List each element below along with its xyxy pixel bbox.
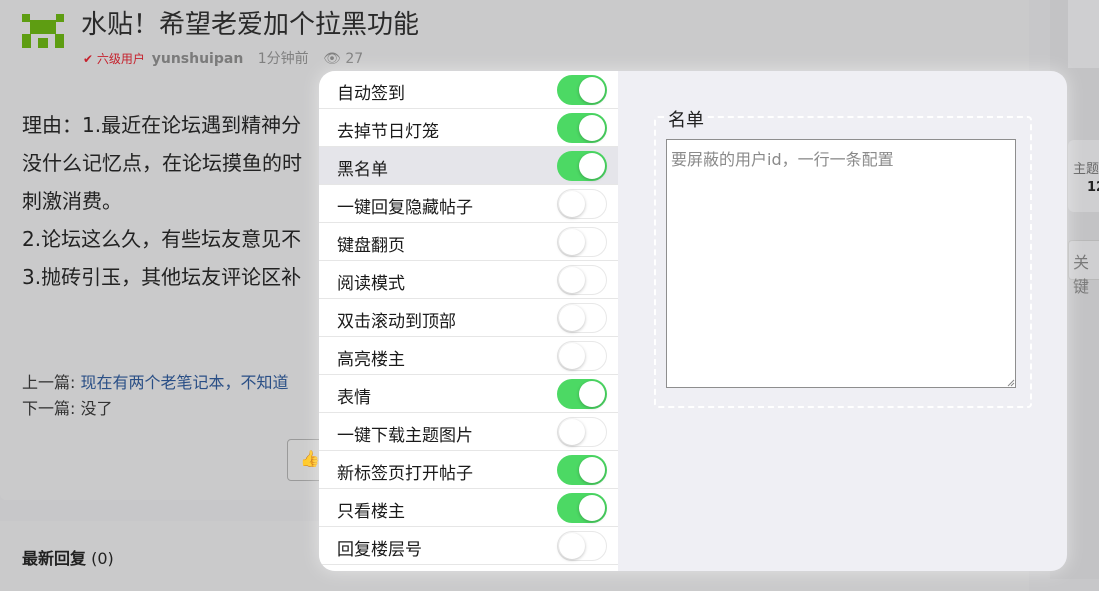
- post-body-line: 3.抛砖引玉，其他坛友评论区补: [22, 265, 302, 289]
- post-body-line: 2.论坛这么久，有些坛友意见不: [22, 227, 302, 251]
- toggle-switch[interactable]: [557, 113, 607, 143]
- toggle-knob: [559, 343, 585, 369]
- stat-value: 12: [1087, 180, 1099, 195]
- settings-menu: 自动签到 去掉节日灯笼 黑名单 一键回复隐藏帖子 键盘翻页 阅读模式 双击滚动到…: [319, 71, 618, 571]
- toggle-switch[interactable]: [557, 303, 607, 333]
- toggle-knob: [579, 381, 605, 407]
- toggle-knob: [579, 115, 605, 141]
- author-link[interactable]: yunshuipan: [152, 51, 244, 67]
- settings-item-label: 高亮楼主: [337, 350, 405, 370]
- settings-item-label: 阅读模式: [337, 274, 405, 294]
- toggle-knob: [559, 267, 585, 293]
- settings-item-emoji[interactable]: 表情: [319, 375, 618, 413]
- post-body-line: 没什么记忆点，在论坛摸鱼的时: [22, 151, 302, 175]
- toggle-knob: [579, 495, 605, 521]
- toggle-knob: [559, 229, 585, 255]
- toggle-switch[interactable]: [557, 227, 607, 257]
- latest-replies-label: 最新回复: [22, 549, 87, 568]
- settings-detail-panel: 名单: [618, 71, 1067, 571]
- settings-item-auto-checkin[interactable]: 自动签到: [319, 71, 618, 109]
- settings-item-download-images[interactable]: 一键下载主题图片: [319, 413, 618, 451]
- prev-post-link[interactable]: 现在有两个老笔记本，不知道: [81, 373, 289, 392]
- settings-item-label: 键盘翻页: [337, 236, 405, 256]
- toggle-switch[interactable]: [557, 341, 607, 371]
- eye-icon: 👁: [323, 51, 341, 67]
- level-check-icon: ✔: [83, 52, 94, 66]
- post-body-line: 刺激消费。: [22, 189, 122, 213]
- settings-item-blacklist[interactable]: 黑名单: [319, 147, 618, 185]
- latest-replies-count: (0): [91, 549, 114, 568]
- settings-item-label: 一键回复隐藏帖子: [337, 198, 473, 218]
- latest-replies-heading: 最新回复 (0): [22, 545, 114, 569]
- resize-grip-icon[interactable]: [1007, 379, 1015, 387]
- settings-item-label: 一键下载主题图片: [337, 426, 473, 446]
- settings-item-label: 自动签到: [337, 84, 405, 104]
- settings-item-reading-mode[interactable]: 阅读模式: [319, 261, 618, 299]
- stat-label: 主题: [1073, 162, 1099, 177]
- sidebar-widget: [1068, 0, 1099, 68]
- toggle-knob: [559, 533, 585, 559]
- user-level-label: 六级用户: [96, 52, 145, 66]
- toggle-knob: [559, 419, 585, 445]
- post-navigation: 上一篇: 现在有两个老笔记本，不知道 下一篇: 没了: [22, 370, 289, 422]
- toggle-switch[interactable]: [557, 189, 607, 219]
- settings-dialog: 自动签到 去掉节日灯笼 黑名单 一键回复隐藏帖子 键盘翻页 阅读模式 双击滚动到…: [319, 71, 1067, 571]
- settings-item-label: 黑名单: [337, 160, 388, 180]
- settings-item-label: 只看楼主: [337, 502, 405, 522]
- post-body-line: 理由：1.最近在论坛遇到精神分: [22, 113, 302, 137]
- settings-item-floor-number[interactable]: 回复楼层号: [319, 527, 618, 565]
- settings-item-only-op[interactable]: 只看楼主: [319, 489, 618, 527]
- post-meta: ✔ 六级用户 yunshuipan 1分钟前 👁 27: [83, 48, 363, 68]
- settings-item-label: 双击滚动到顶部: [337, 312, 456, 332]
- settings-item-highlight-op[interactable]: 高亮楼主: [319, 337, 618, 375]
- toggle-switch[interactable]: [557, 379, 607, 409]
- toggle-knob: [559, 305, 585, 331]
- toggle-switch[interactable]: [557, 455, 607, 485]
- toggle-switch[interactable]: [557, 265, 607, 295]
- toggle-switch[interactable]: [557, 75, 607, 105]
- view-count: 👁 27: [323, 51, 363, 67]
- thumbs-up-icon: 👍: [300, 449, 320, 468]
- settings-item-quick-reply-hidden[interactable]: 一键回复隐藏帖子: [319, 185, 618, 223]
- toggle-knob: [579, 77, 605, 103]
- toggle-switch[interactable]: [557, 151, 607, 181]
- settings-item-label: 去掉节日灯笼: [337, 122, 439, 142]
- site-logo[interactable]: [22, 14, 64, 48]
- sidebar-search-label: 关键: [1073, 253, 1090, 296]
- settings-item-remove-lanterns[interactable]: 去掉节日灯笼: [319, 109, 618, 147]
- prev-post-label: 上一篇:: [22, 373, 76, 392]
- settings-item-label: 回复楼层号: [337, 540, 422, 560]
- toggle-switch[interactable]: [557, 417, 607, 447]
- toggle-switch[interactable]: [557, 531, 607, 561]
- settings-item-double-click-top[interactable]: 双击滚动到顶部: [319, 299, 618, 337]
- toggle-knob: [579, 457, 605, 483]
- toggle-knob: [579, 153, 605, 179]
- stats-widget: 主题 12: [1068, 140, 1099, 212]
- settings-item-label: 表情: [337, 388, 371, 408]
- blacklist-legend: 名单: [666, 106, 706, 132]
- post-time: 1分钟前: [257, 51, 309, 67]
- blacklist-textarea[interactable]: [666, 139, 1016, 388]
- settings-item-keyboard-paging[interactable]: 键盘翻页: [319, 223, 618, 261]
- next-post-text: 没了: [80, 399, 113, 418]
- toggle-switch[interactable]: [557, 493, 607, 523]
- post-body: 理由：1.最近在论坛遇到精神分 没什么记忆点，在论坛摸鱼的时 刺激消费。 2.论…: [22, 106, 302, 296]
- next-post-label: 下一篇:: [22, 399, 76, 418]
- settings-item-label: 新标签页打开帖子: [337, 464, 473, 484]
- toggle-knob: [559, 191, 585, 217]
- post-title: 水贴！希望老爱加个拉黑功能: [81, 10, 420, 40]
- view-count-value: 27: [345, 51, 364, 67]
- sidebar-search-input[interactable]: 关键: [1068, 240, 1099, 296]
- user-level-badge: ✔ 六级用户: [83, 52, 149, 66]
- settings-item-open-new-tab[interactable]: 新标签页打开帖子: [319, 451, 618, 489]
